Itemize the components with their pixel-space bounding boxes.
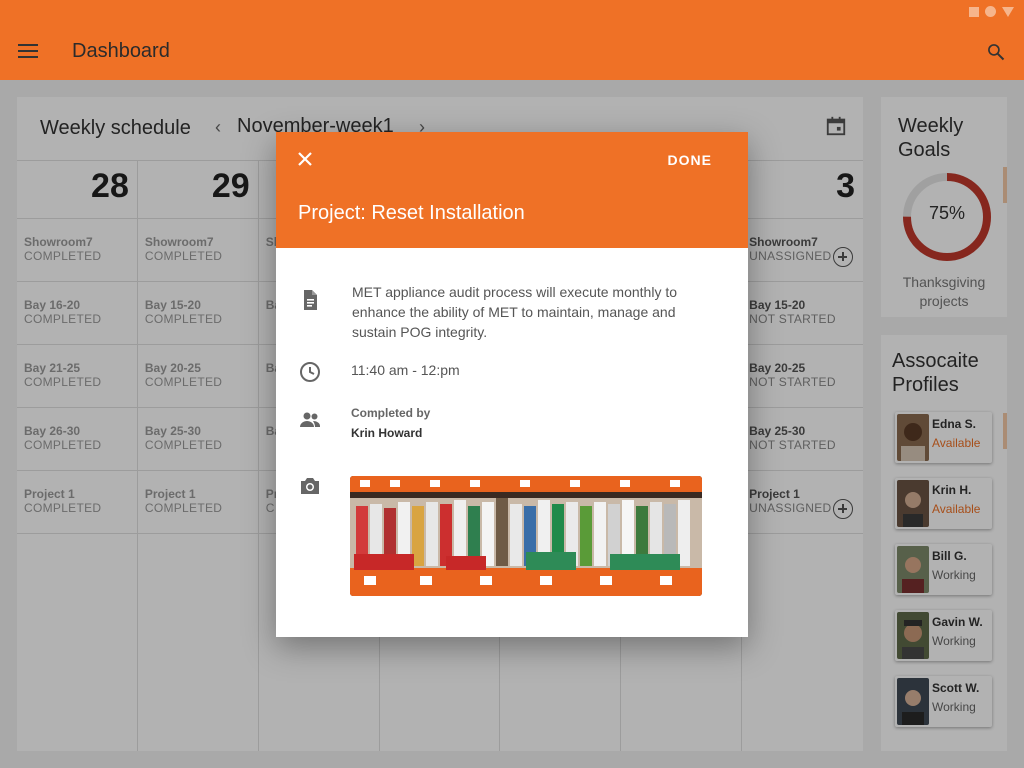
project-detail-dialog: DONE Project: Reset Installation MET app… — [276, 132, 748, 637]
project-description: MET appliance audit process will execute… — [352, 284, 678, 340]
document-icon — [304, 290, 317, 310]
dialog-title: Project: Reset Installation — [298, 202, 525, 224]
people-icon — [300, 412, 320, 427]
system-status-icons — [969, 6, 1014, 17]
status-square-icon — [969, 6, 979, 17]
search-icon[interactable] — [986, 42, 1006, 62]
project-time: 11:40 am - 12:pm — [351, 362, 460, 378]
app-bar: Dashboard — [0, 0, 1024, 80]
clock-icon — [300, 362, 320, 382]
menu-icon[interactable] — [18, 44, 38, 58]
status-triangle-icon — [1002, 6, 1014, 17]
dialog-header: DONE Project: Reset Installation — [276, 132, 748, 248]
project-photo[interactable] — [350, 476, 702, 596]
page-title: Dashboard — [72, 40, 170, 62]
completed-by-label: Completed by — [351, 406, 431, 420]
done-button[interactable]: DONE — [668, 152, 712, 168]
status-circle-icon — [985, 6, 996, 17]
completed-by-name: Krin Howard — [351, 426, 423, 440]
close-icon[interactable] — [296, 150, 314, 168]
camera-icon[interactable] — [298, 474, 322, 498]
